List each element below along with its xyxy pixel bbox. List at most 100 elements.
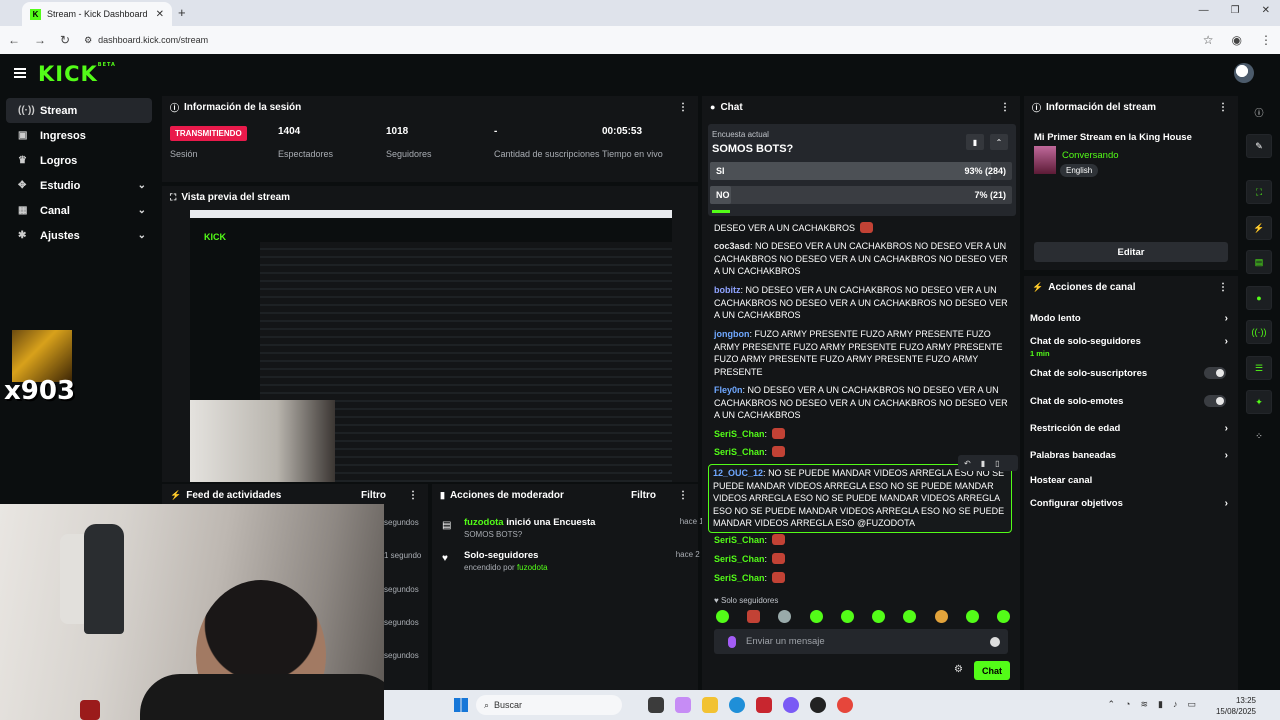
emote-icon[interactable] <box>996 610 1010 623</box>
reload-icon[interactable]: ↻ <box>60 33 70 47</box>
emote-icon[interactable] <box>716 610 729 623</box>
new-tab-icon[interactable]: + <box>178 5 186 20</box>
chat-username[interactable]: SeriS_Chan <box>714 447 765 457</box>
undo-icon[interactable]: ↶ <box>964 459 971 468</box>
app-icon[interactable] <box>783 697 799 713</box>
chevron-up-icon[interactable]: ⌃ <box>1108 699 1116 710</box>
sidebar-item-ingresos[interactable]: ▣ Ingresos <box>6 123 152 148</box>
emote-icon[interactable] <box>809 610 823 623</box>
chrome-icon[interactable] <box>837 697 853 713</box>
fullscreen-icon[interactable]: ⛶ <box>1246 180 1272 204</box>
action-configure-goals[interactable]: Configurar objetivos › <box>1030 498 1228 509</box>
sidebar-item-canal[interactable]: ▦ Canal ⌄ <box>6 198 152 223</box>
action-followers-only[interactable]: Chat de solo-seguidores 1 min › <box>1030 336 1228 358</box>
minimize-icon[interactable]: — <box>1199 5 1209 16</box>
edge-icon[interactable] <box>729 697 745 713</box>
url-text[interactable]: dashboard.kick.com/stream <box>98 35 208 45</box>
emote-icon[interactable] <box>872 610 886 623</box>
feed-filter-button[interactable]: Filtro <box>361 490 386 501</box>
sidebar-item-ajustes[interactable]: ✱ Ajustes ⌄ <box>6 223 152 248</box>
pencil-icon[interactable]: ✎ <box>1246 134 1272 158</box>
moderator-username[interactable]: fuzodota <box>517 563 548 572</box>
more-options-icon[interactable]: ⋮ <box>1000 102 1010 113</box>
bookmark-star-icon[interactable]: ☆ <box>1203 33 1214 47</box>
action-subscribers-only[interactable]: Chat de solo-suscriptores <box>1030 367 1226 379</box>
action-host-channel[interactable]: Hostear canal <box>1030 475 1226 486</box>
emote-icon[interactable] <box>934 610 948 623</box>
microphone-icon[interactable] <box>728 635 736 648</box>
pin-icon[interactable]: ▮ <box>981 459 985 468</box>
site-info-icon[interactable]: ⚙ <box>84 35 92 46</box>
app-icon[interactable] <box>810 697 826 713</box>
emote-icon[interactable] <box>840 610 854 623</box>
emote-icon[interactable] <box>778 610 792 623</box>
sidebar-item-logros[interactable]: ♛ Logros <box>6 148 152 173</box>
browser-tab[interactable]: K Stream - Kick Dashboard ✕ <box>22 2 172 26</box>
maximize-icon[interactable]: ❐ <box>1231 5 1240 16</box>
stream-category[interactable]: Conversando <box>1062 150 1119 161</box>
moderator-username[interactable]: fuzodota <box>464 517 504 528</box>
more-options-icon[interactable]: ⋮ <box>678 490 688 501</box>
emotes-only-toggle[interactable] <box>1204 395 1226 407</box>
taskbar-search[interactable]: ⌕ Buscar <box>476 695 622 715</box>
action-banned-words[interactable]: Palabras baneadas › <box>1030 450 1228 461</box>
close-window-icon[interactable]: ✕ <box>1262 5 1270 16</box>
apps-icon[interactable]: ⁘ <box>1246 424 1272 448</box>
copilot-icon[interactable] <box>675 697 691 713</box>
user-avatar[interactable] <box>1234 63 1254 83</box>
close-tab-icon[interactable]: ✕ <box>156 9 164 20</box>
menu-icon[interactable] <box>14 68 26 78</box>
emoji-picker-icon[interactable] <box>990 636 1000 647</box>
action-slow-mode[interactable]: Modo lento › <box>1030 313 1228 324</box>
chat-settings-icon[interactable]: ⚙ <box>954 664 963 675</box>
delete-icon[interactable]: ▯ <box>995 459 999 468</box>
action-age-restriction[interactable]: Restricción de edad › <box>1030 423 1228 434</box>
forward-icon[interactable]: → <box>34 33 46 47</box>
chat-username[interactable]: coc3asd <box>714 241 750 251</box>
more-options-icon[interactable]: ⋮ <box>1218 102 1228 113</box>
stream-preview-video[interactable]: KICK <box>190 210 672 482</box>
send-chat-button[interactable]: Chat <box>974 661 1010 680</box>
volume-icon[interactable]: ♪ <box>1173 699 1178 710</box>
wrench-icon[interactable]: ✦ <box>1246 390 1272 414</box>
chat-username[interactable]: SeriS_Chan <box>714 535 765 545</box>
more-options-icon[interactable]: ⋮ <box>408 490 418 501</box>
app-icon[interactable] <box>756 697 772 713</box>
chat-username[interactable]: 12_OUC_12 <box>713 468 763 478</box>
bolt-icon[interactable]: ⚡ <box>1246 216 1272 240</box>
chat-username[interactable]: Fley0n <box>714 385 743 395</box>
windows-start-icon[interactable] <box>454 698 468 712</box>
chat-message-highlighted[interactable]: 12_OUC_12: NO SE PUEDE MANDAR VIDEOS ARR… <box>708 464 1012 533</box>
emote-icon[interactable] <box>965 610 979 623</box>
more-options-icon[interactable]: ⋮ <box>1218 282 1228 293</box>
collapse-poll-icon[interactable]: ⌃ <box>990 134 1008 150</box>
back-icon[interactable]: ← <box>8 33 20 47</box>
wifi-icon[interactable]: ≋ <box>1140 699 1148 710</box>
list-icon[interactable]: ☰ <box>1246 356 1272 380</box>
sidebar-item-estudio[interactable]: ✥ Estudio ⌄ <box>6 173 152 198</box>
document-icon[interactable]: ▤ <box>1246 250 1272 274</box>
info-icon[interactable]: ⓘ <box>1246 100 1272 124</box>
chat-message-input[interactable]: Enviar un mensaje <box>714 629 1008 654</box>
delete-poll-icon[interactable]: ▮ <box>966 134 984 150</box>
chat-username[interactable]: SeriS_Chan <box>714 573 765 583</box>
battery-icon[interactable]: ▭ <box>1187 699 1196 710</box>
network-icon[interactable]: ◔ <box>1125 699 1130 710</box>
chat-bubble-icon[interactable]: ● <box>1246 286 1272 310</box>
chat-username[interactable]: SeriS_Chan <box>714 554 765 564</box>
moderator-filter-button[interactable]: Filtro <box>631 490 656 501</box>
profile-icon[interactable]: ◉ <box>1232 33 1242 47</box>
chat-username[interactable]: jongbon <box>714 329 750 339</box>
chat-username[interactable]: bobitz <box>714 285 741 295</box>
action-emotes-only[interactable]: Chat de solo-emotes <box>1030 395 1226 407</box>
kick-logo[interactable]: KICKBETA <box>38 62 116 86</box>
system-clock[interactable]: 13:25 15/08/2025 <box>1216 695 1256 717</box>
more-options-icon[interactable]: ⋮ <box>678 102 688 113</box>
broadcast-icon[interactable]: ((·)) <box>1246 320 1272 344</box>
task-view-icon[interactable] <box>648 697 664 713</box>
edit-stream-button[interactable]: Editar <box>1034 242 1228 262</box>
chat-username[interactable]: SeriS_Chan <box>714 429 765 439</box>
subscribers-only-toggle[interactable] <box>1204 367 1226 379</box>
mic-icon[interactable]: ▮ <box>1158 699 1163 710</box>
file-explorer-icon[interactable] <box>702 697 718 713</box>
